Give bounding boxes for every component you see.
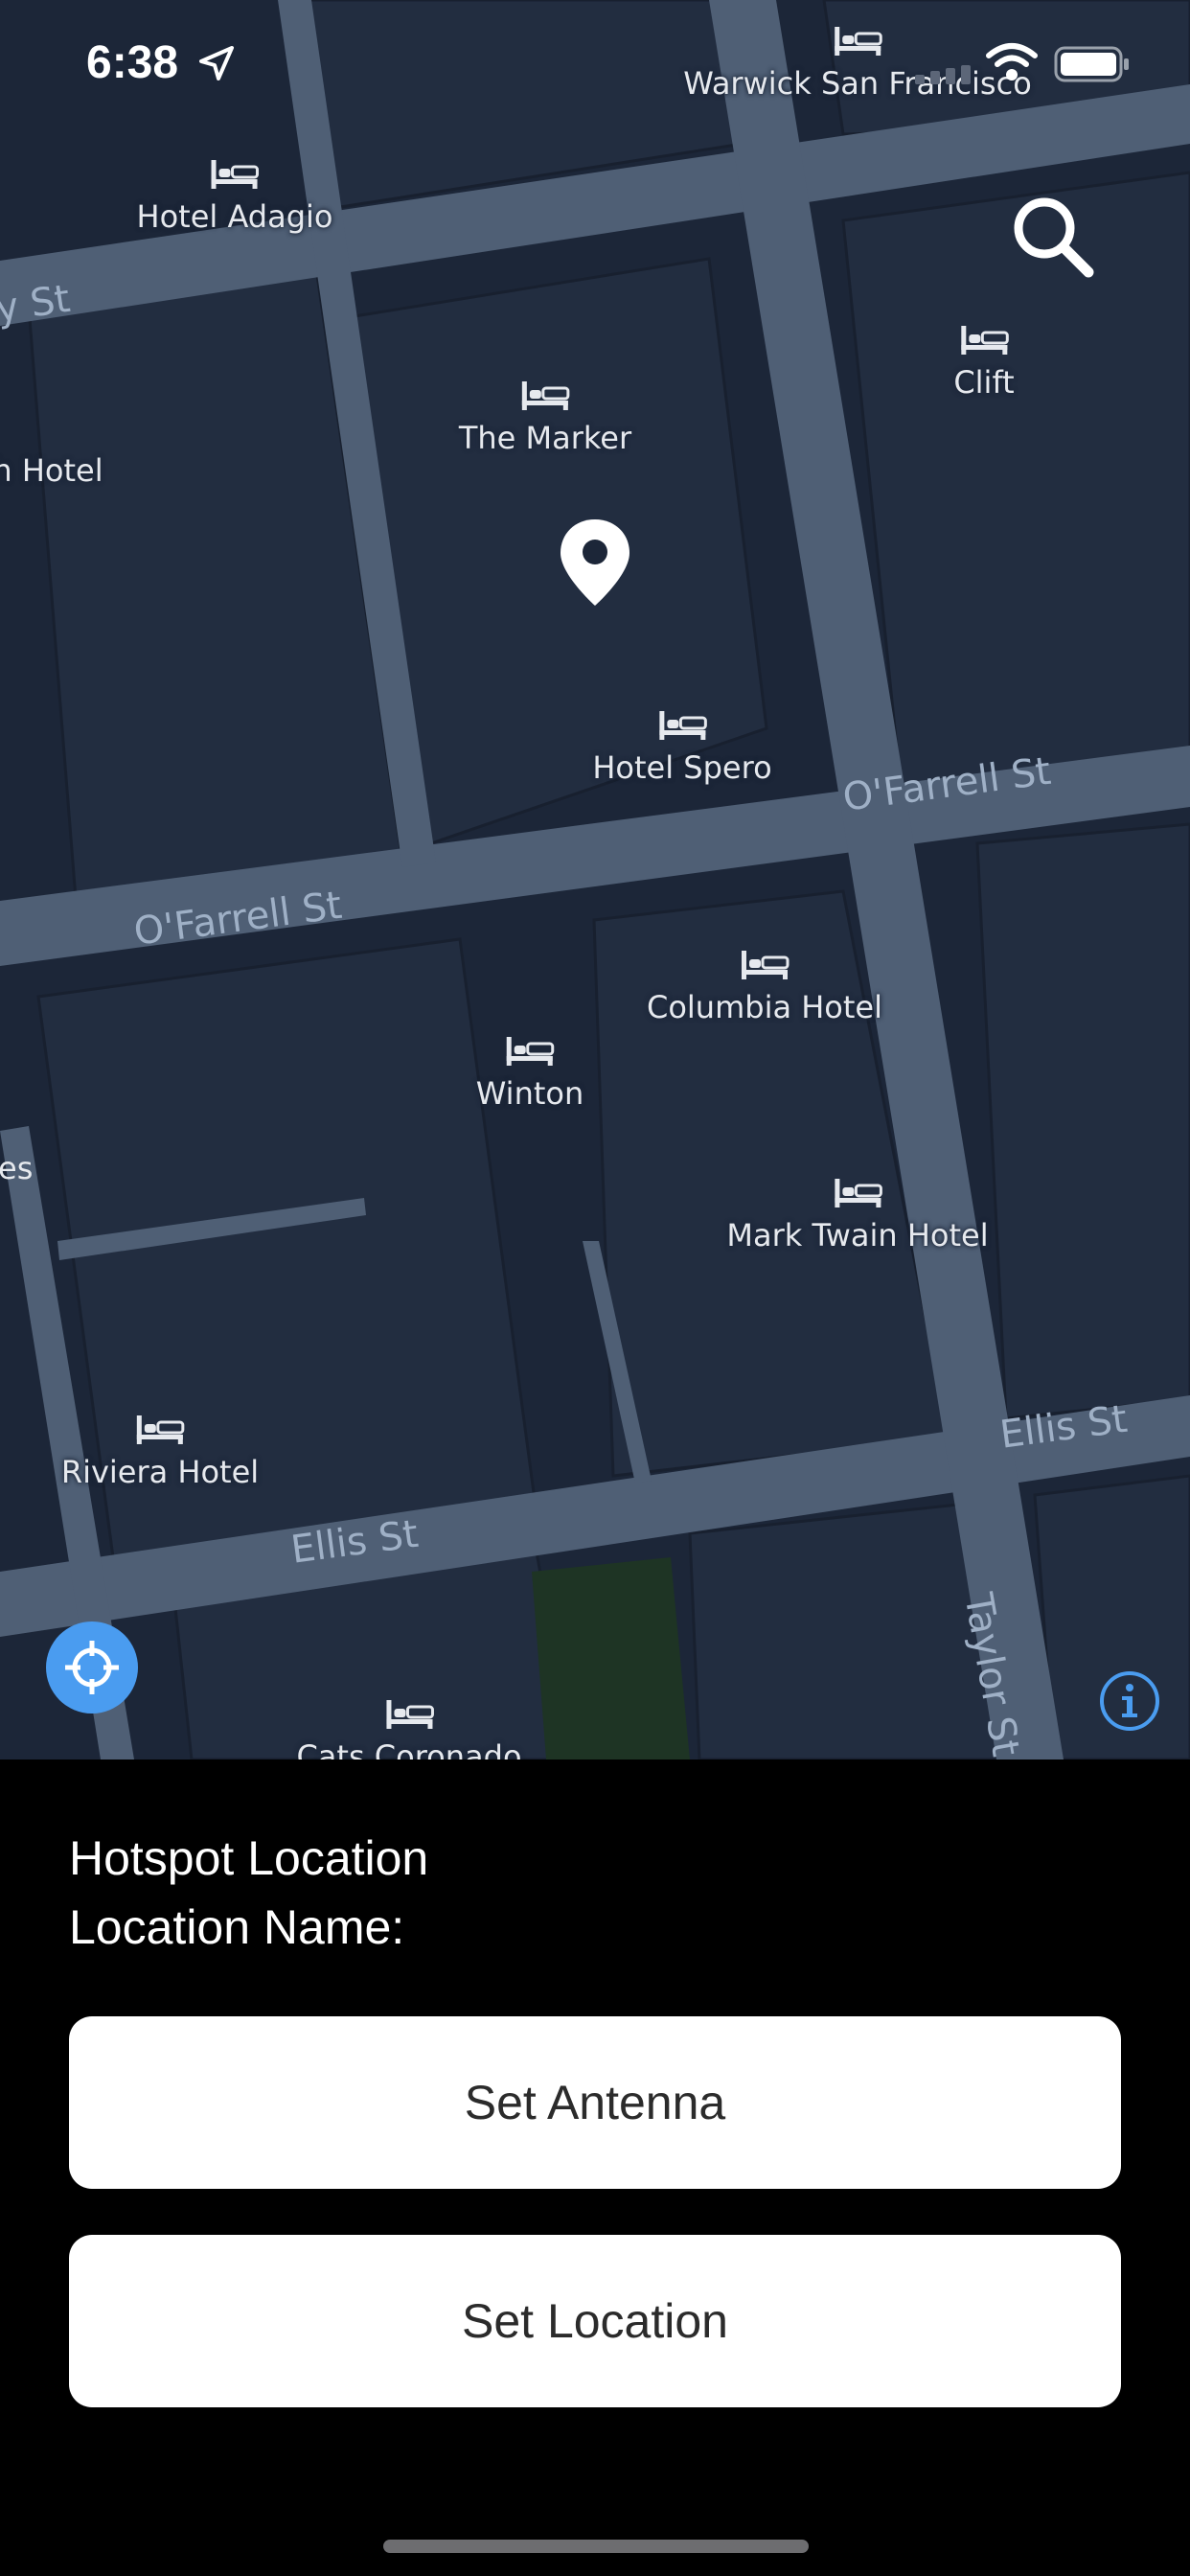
cellular-signal-icon: [915, 65, 971, 84]
street-label: es: [0, 1150, 34, 1186]
poi-hotel[interactable]: Columbia Hotel: [647, 949, 882, 1025]
poi-label: Hotel Adagio: [136, 198, 333, 235]
bed-icon: [741, 951, 790, 979]
bed-icon: [506, 1037, 555, 1066]
poi-hotel[interactable]: Winton: [476, 1035, 584, 1112]
poi-hotel[interactable]: Clift: [953, 324, 1015, 401]
poi-hotel[interactable]: Mark Twain Hotel: [726, 1177, 989, 1254]
location-name-label: Location Name:: [69, 1900, 405, 1954]
set-location-button[interactable]: Set Location: [69, 2235, 1121, 2407]
poi-label: Winton: [475, 1075, 584, 1112]
bed-icon: [212, 160, 260, 189]
bed-icon: [961, 326, 1009, 355]
poi-label: Mark Twain Hotel: [726, 1217, 989, 1254]
bed-icon: [385, 1700, 434, 1729]
map-view[interactable]: 6:38 y St O'Farrell St O'Farrell St Elli…: [0, 0, 1190, 1760]
poi-hotel[interactable]: Cats Coronado: [296, 1698, 522, 1760]
poi-hotel[interactable]: h Hotel: [0, 412, 103, 489]
poi-label: Columbia Hotel: [646, 989, 883, 1025]
map-pin-icon[interactable]: [558, 518, 632, 608]
poi-label: The Marker: [458, 420, 632, 456]
poi-hotel[interactable]: The Marker: [459, 380, 631, 456]
status-bar: 6:38: [0, 0, 1190, 125]
battery-icon: [1054, 46, 1129, 82]
crosshair-icon: [65, 1641, 119, 1694]
poi-hotel[interactable]: Hotel Spero: [592, 709, 772, 786]
search-button[interactable]: [1008, 192, 1096, 280]
poi-hotel[interactable]: Hotel Adagio: [136, 158, 333, 235]
panel-title: Hotspot Location: [69, 1831, 429, 1885]
poi-label: Riviera Hotel: [60, 1454, 260, 1490]
bed-icon: [835, 1179, 882, 1208]
bed-icon: [137, 1415, 185, 1444]
poi-label: Cats Coronado: [296, 1738, 522, 1760]
wifi-icon: [986, 43, 1038, 80]
home-indicator[interactable]: [383, 2540, 809, 2553]
poi-hotel[interactable]: Riviera Hotel: [61, 1414, 259, 1490]
set-antenna-button[interactable]: Set Antenna: [69, 2016, 1121, 2189]
location-arrow-icon: [199, 46, 234, 80]
map-info-button[interactable]: [1098, 1669, 1161, 1733]
info-icon: [1100, 1671, 1159, 1731]
poi-label: h Hotel: [0, 452, 103, 489]
poi-label: Hotel Spero: [592, 749, 772, 786]
search-icon: [1014, 197, 1094, 278]
bed-icon: [659, 711, 707, 740]
status-time: 6:38: [86, 37, 179, 88]
poi-label: Clift: [953, 364, 1015, 401]
bed-icon: [521, 381, 570, 410]
current-location-button[interactable]: [46, 1622, 138, 1714]
